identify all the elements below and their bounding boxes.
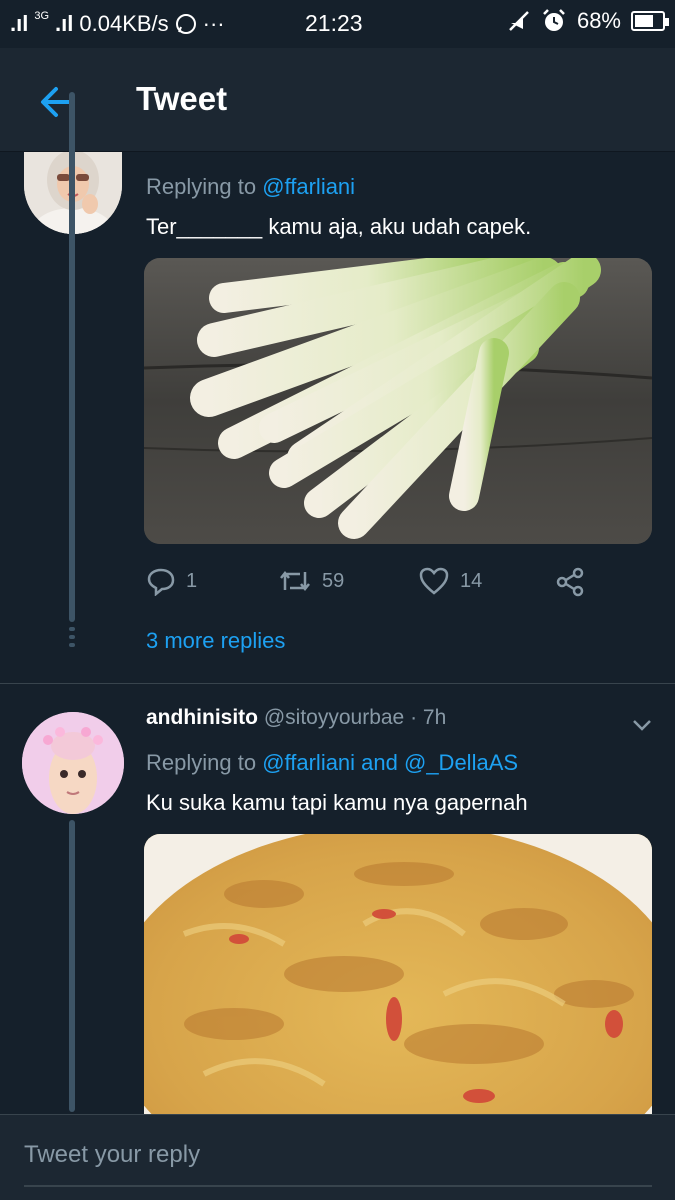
share-action[interactable] <box>554 566 586 598</box>
more-replies-link[interactable]: 3 more replies <box>146 628 285 654</box>
reply-underline <box>24 1185 652 1187</box>
mention-link[interactable]: @ffarliani and @_DellaAS <box>262 750 518 775</box>
clock: 21:23 <box>305 10 363 36</box>
chevron-down-icon[interactable] <box>630 716 654 734</box>
data-speed: 0.04KB/s <box>79 11 169 36</box>
page-title: Tweet <box>136 80 228 117</box>
like-count: 14 <box>460 569 483 592</box>
mute-icon <box>509 11 529 31</box>
tweet-actions: 1 59 14 <box>146 566 606 602</box>
whatsapp-icon <box>175 14 196 34</box>
app-header: Tweet <box>0 48 675 152</box>
replying-to: Replying to @ffarliani and @_DellaAS <box>146 750 518 776</box>
reply-icon <box>147 568 175 596</box>
avatar-image <box>22 712 124 814</box>
omelette-image <box>144 834 652 1114</box>
retweet-action[interactable]: 59 <box>278 566 344 596</box>
replying-to: Replying to @ffarliani <box>146 174 355 200</box>
author-handle: @sitoyyourbae <box>263 706 405 729</box>
thread-line <box>69 820 75 1112</box>
thread-dots <box>69 627 75 651</box>
author-name: andhinisito <box>146 706 258 729</box>
tweet-author[interactable]: andhinisito @sitoyyourbae · 7h <box>146 706 446 730</box>
lemongrass-image <box>144 258 652 544</box>
retweet-count: 59 <box>322 569 345 592</box>
tweet-image-lemongrass[interactable] <box>144 258 652 544</box>
share-icon <box>556 567 584 597</box>
retweet-icon <box>280 570 310 592</box>
separator: · <box>410 706 418 729</box>
tweet-image-omelette[interactable] <box>144 834 652 1114</box>
battery-icon <box>631 11 669 31</box>
more-notifications: ··· <box>202 11 225 36</box>
tweet-time: 7h <box>422 706 447 729</box>
signal-icon: .ıl <box>10 11 29 36</box>
reply-action[interactable]: 1 <box>146 566 197 596</box>
network-type: 3G <box>34 10 50 22</box>
like-action[interactable]: 14 <box>418 566 482 596</box>
divider <box>0 683 675 684</box>
tweet-text: Ter_______ kamu aja, aku udah capek. <box>146 214 532 239</box>
reply-composer <box>0 1114 675 1200</box>
reply-input[interactable] <box>24 1141 644 1169</box>
avatar[interactable] <box>22 712 124 814</box>
thread-line <box>69 92 75 622</box>
tweet-text: Ku suka kamu tapi kamu nya gapernah <box>146 790 528 815</box>
battery-percent: 68% <box>576 8 621 33</box>
heart-icon <box>419 567 449 595</box>
battery-fill <box>635 15 653 27</box>
status-bar: .ıl 3G .ıl 0.04KB/s ··· 21:23 68% <box>0 0 675 48</box>
replying-prefix: Replying to <box>146 750 257 775</box>
alarm-icon <box>543 9 565 31</box>
reply-count: 1 <box>186 569 198 592</box>
signal-icon-2: .ıl <box>55 11 74 36</box>
replying-prefix: Replying to <box>146 174 257 199</box>
mention-link[interactable]: @ffarliani <box>262 174 355 199</box>
